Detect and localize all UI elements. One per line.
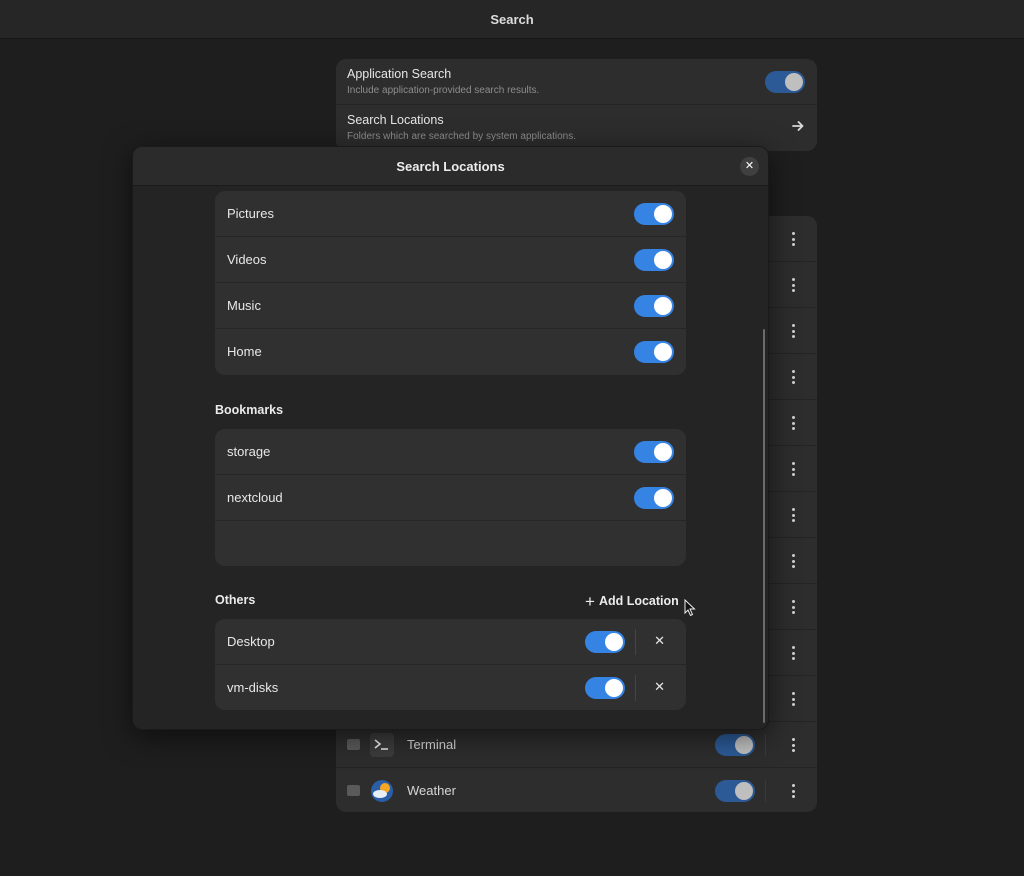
location-row-pictures[interactable]: Pictures (215, 191, 686, 237)
more-options-icon[interactable] (791, 646, 795, 660)
plus-icon: + (585, 592, 595, 611)
more-options-icon[interactable] (791, 508, 795, 522)
add-location-label: Add Location (598, 594, 679, 608)
drag-handle-icon[interactable] (347, 785, 360, 796)
window-title: Search (490, 12, 534, 27)
close-dialog-button[interactable]: ✕ (740, 157, 759, 176)
dialog-header: Search Locations ✕ (133, 147, 768, 186)
dialog-title: Search Locations (396, 159, 505, 174)
remove-location-icon[interactable]: ✕ (654, 633, 665, 649)
divider (635, 629, 636, 655)
location-label: Videos (227, 252, 267, 267)
divider (765, 734, 766, 756)
location-row-videos[interactable]: Videos (215, 237, 686, 283)
divider (635, 675, 636, 701)
desktop-toggle[interactable] (585, 631, 625, 653)
more-options-icon[interactable] (791, 784, 795, 798)
bookmark-row-storage[interactable]: storage (215, 429, 686, 475)
more-options-icon[interactable] (791, 232, 795, 246)
app-row-weather: Weather (336, 768, 817, 812)
location-label: vm-disks (227, 680, 279, 695)
more-options-icon[interactable] (791, 324, 795, 338)
bookmark-row-nextcloud[interactable]: nextcloud (215, 475, 686, 521)
storage-toggle[interactable] (634, 441, 674, 463)
other-row-desktop[interactable]: Desktop ✕ (215, 619, 686, 665)
terminal-icon (370, 733, 394, 757)
others-group: Desktop ✕ vm-disks ✕ (215, 619, 686, 710)
application-search-toggle[interactable] (765, 71, 805, 93)
bookmarks-heading: Bookmarks (215, 403, 284, 417)
application-search-title: Application Search (347, 67, 452, 81)
empty-row (215, 521, 686, 566)
videos-toggle[interactable] (634, 249, 674, 271)
more-options-icon[interactable] (791, 370, 795, 384)
home-toggle[interactable] (634, 341, 674, 363)
more-options-icon[interactable] (791, 416, 795, 430)
search-locations-title: Search Locations (347, 113, 444, 127)
bookmarks-group: storage nextcloud (215, 429, 686, 566)
more-options-icon[interactable] (791, 278, 795, 292)
others-heading: Others (215, 593, 256, 607)
terminal-search-toggle[interactable] (715, 734, 755, 756)
more-options-icon[interactable] (791, 692, 795, 706)
more-options-icon[interactable] (791, 554, 795, 568)
more-options-icon[interactable] (791, 738, 795, 752)
search-locations-subtitle: Folders which are searched by system app… (347, 131, 576, 142)
location-label: Music (227, 298, 261, 313)
drag-handle-icon[interactable] (347, 739, 360, 750)
mouse-cursor-icon (684, 599, 696, 617)
header-bar: Search (0, 0, 1024, 39)
weather-search-toggle[interactable] (715, 780, 755, 802)
scrollbar[interactable] (763, 329, 765, 723)
remove-location-icon[interactable]: ✕ (654, 679, 665, 695)
search-settings-card: Application Search Include application-p… (336, 59, 817, 151)
app-name: Terminal (407, 737, 457, 752)
app-name: Weather (407, 783, 456, 798)
application-search-row[interactable]: Application Search Include application-p… (336, 59, 817, 105)
pictures-toggle[interactable] (634, 203, 674, 225)
add-location-button[interactable]: + Add Location (585, 592, 679, 612)
location-row-home[interactable]: Home (215, 329, 686, 375)
application-search-subtitle: Include application-provided search resu… (347, 85, 540, 96)
bookmark-label: nextcloud (227, 490, 283, 505)
music-toggle[interactable] (634, 295, 674, 317)
location-label: Pictures (227, 206, 274, 221)
search-locations-dialog: Search Locations ✕ Pictures Videos Music… (132, 146, 769, 730)
weather-icon (371, 780, 393, 802)
location-label: Desktop (227, 634, 275, 649)
nextcloud-toggle[interactable] (634, 487, 674, 509)
more-options-icon[interactable] (791, 600, 795, 614)
location-row-music[interactable]: Music (215, 283, 686, 329)
divider (765, 780, 766, 802)
other-row-vm-disks[interactable]: vm-disks ✕ (215, 665, 686, 710)
arrow-right-icon (792, 121, 804, 131)
vm-disks-toggle[interactable] (585, 677, 625, 699)
places-group: Pictures Videos Music Home (215, 191, 686, 375)
bookmark-label: storage (227, 444, 271, 459)
more-options-icon[interactable] (791, 462, 795, 476)
location-label: Home (227, 344, 262, 359)
search-locations-row[interactable]: Search Locations Folders which are searc… (336, 105, 817, 151)
